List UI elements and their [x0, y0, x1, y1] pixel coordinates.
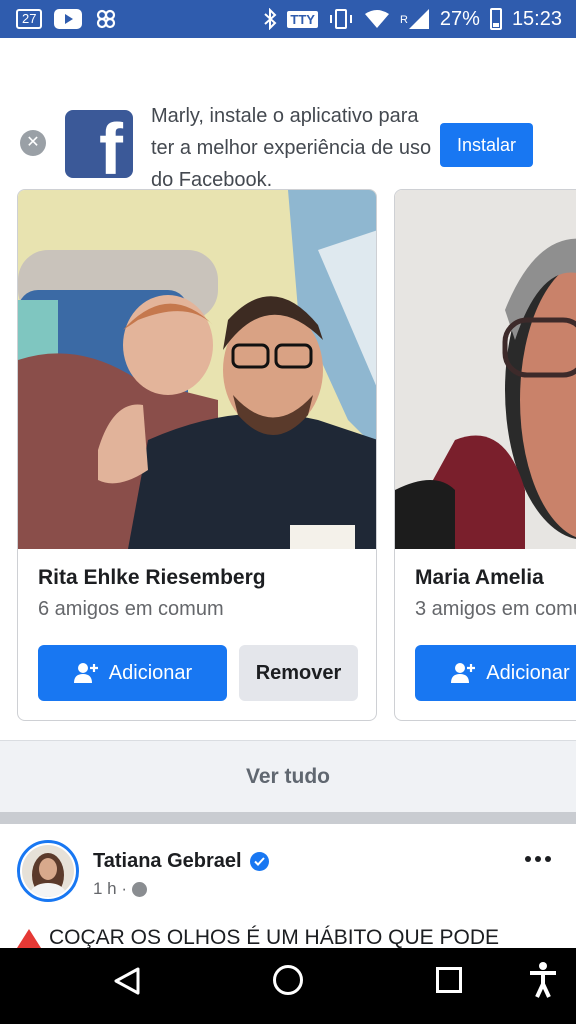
see-all-button[interactable]: Ver tudo	[0, 740, 576, 812]
post-author[interactable]: Tatiana Gebrael	[93, 850, 269, 873]
post-text-content: COÇAR OS OLHOS É UM HÁBITO QUE PODE	[49, 926, 500, 948]
remove-suggestion-button[interactable]: Remover	[239, 645, 358, 701]
battery-percent: 27%	[439, 7, 480, 30]
profile-photo[interactable]	[18, 190, 376, 549]
wifi-icon	[364, 10, 389, 28]
author-name[interactable]: Tatiana Gebrael	[93, 850, 242, 873]
post-time[interactable]: 1 h ·	[93, 879, 127, 899]
clock: 15:23	[511, 7, 562, 30]
suggestion-name[interactable]: Rita Ehlke Riesemberg	[38, 566, 266, 590]
bluetooth-icon	[264, 8, 277, 30]
app-install-banner: ✕ f Marly, instale o aplicativo para ter…	[0, 38, 576, 191]
recent-apps-icon[interactable]	[436, 967, 462, 993]
suggestion-name[interactable]: Maria Amelia	[415, 566, 544, 590]
accessibility-icon[interactable]	[528, 962, 558, 998]
android-nav-bar	[0, 948, 576, 1024]
notification-badge: 27	[16, 9, 43, 29]
add-friend-icon	[451, 663, 476, 683]
signal-icon	[408, 9, 429, 29]
globe-icon	[132, 881, 148, 897]
youtube-icon	[54, 9, 83, 29]
install-button[interactable]: Instalar	[440, 123, 533, 167]
tty-icon: TTY	[287, 10, 318, 28]
post-meta: 1 h ·	[93, 879, 148, 899]
pinwheel-icon	[97, 9, 116, 29]
home-icon[interactable]	[273, 965, 303, 995]
roaming-indicator: R	[399, 13, 408, 26]
mutual-friends[interactable]: 3 amigos em comum	[415, 598, 576, 621]
avatar[interactable]	[17, 840, 79, 902]
add-friend-button[interactable]: Adicionar	[415, 645, 576, 701]
suggestion-card[interactable]: Maria Amelia 3 amigos em comum Adicionar	[394, 189, 576, 721]
people-you-may-know-carousel[interactable]: Rita Ehlke Riesemberg 6 amigos em comum …	[0, 172, 576, 740]
close-icon[interactable]: ✕	[20, 130, 46, 156]
more-options-icon[interactable]	[525, 856, 551, 862]
status-bar: 27 TTY R 27% 15:23	[0, 0, 576, 38]
back-icon[interactable]	[112, 966, 142, 996]
add-friend-label: Adicionar	[108, 661, 193, 684]
suggestion-card[interactable]: Rita Ehlke Riesemberg 6 amigos em comum …	[17, 189, 377, 721]
facebook-logo-icon: f	[65, 110, 133, 178]
battery-icon	[489, 8, 502, 30]
add-friend-icon	[73, 663, 98, 683]
add-friend-label: Adicionar	[486, 661, 570, 684]
warning-triangle-icon	[17, 928, 41, 948]
verified-badge-icon	[249, 852, 269, 871]
section-divider	[0, 812, 576, 824]
profile-photo[interactable]	[395, 190, 576, 549]
mutual-friends[interactable]: 6 amigos em comum	[38, 598, 224, 621]
post-text[interactable]: COÇAR OS OLHOS É UM HÁBITO QUE PODE	[17, 926, 499, 948]
add-friend-button[interactable]: Adicionar	[38, 645, 227, 701]
feed-post: Tatiana Gebrael 1 h · COÇAR OS OLHOS É U…	[0, 824, 576, 948]
vibrate-icon	[329, 9, 352, 29]
